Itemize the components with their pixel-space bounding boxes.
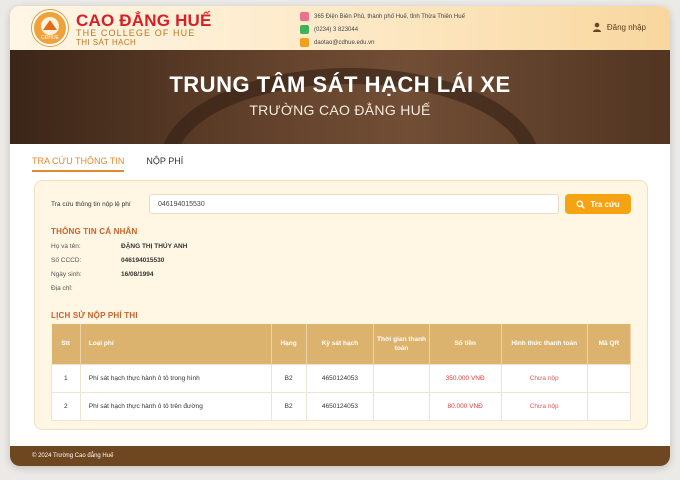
table-header-row: Stt Loại phí Hạng Kỳ sát hạch Thời gian … (51, 324, 632, 364)
brand-subtitle: THE COLLEGE OF HUE (76, 28, 196, 38)
payment-history-title: LỊCH SỬ NỘP PHÍ THI (51, 311, 138, 320)
col-header: Loại phí (80, 324, 272, 364)
location-pin-icon (300, 12, 309, 21)
cell-exam-period: 4650124053 (305, 391, 375, 421)
college-logo[interactable]: CĐHUE (32, 10, 68, 46)
info-value: 046194015530 (121, 257, 165, 264)
info-row-id: Số CCCD: 046194015530 (51, 257, 164, 264)
contact-info: 365 Điện Biên Phủ, thành phố Huế, tỉnh T… (300, 11, 465, 50)
search-label: Tra cứu thông tin nộp lệ phí (51, 201, 131, 208)
cell-exam-period: 4650124053 (305, 363, 375, 393)
info-value: ĐẶNG THỊ THÚY ANH (121, 243, 188, 250)
user-icon (592, 22, 601, 32)
table-row: 1 Phí sát hạch thực hành ô tô trong hình… (51, 363, 632, 393)
col-header: Stt (51, 324, 81, 364)
cell-payment-status: Chưa nộp (500, 391, 588, 421)
cell-qr (586, 391, 632, 421)
banner-title: TRUNG TÂM SÁT HẠCH LÁI XE (169, 72, 511, 97)
brand-tagline: THI SÁT HẠCH (76, 38, 137, 47)
cell-paid-time (373, 391, 430, 421)
col-header: Hạng (271, 324, 307, 364)
info-label: Địa chỉ: (51, 285, 73, 292)
info-label: Ngày sinh: (51, 271, 82, 278)
search-icon (576, 199, 586, 209)
col-header: Mã QR (587, 324, 632, 364)
search-button-label: Tra cứu (590, 199, 620, 209)
col-header: Thời gian thanh toán (373, 324, 430, 364)
cell-payment-status: Chưa nộp (500, 363, 588, 393)
info-value: 16/08/1994 (121, 271, 154, 278)
contact-phone: (0234) 3 823044 (300, 24, 465, 35)
cell-amount: 350.000 VNĐ (428, 363, 502, 393)
site-header: CĐHUE CAO ĐẲNG HUẾ THE COLLEGE OF HUE TH… (10, 6, 670, 50)
contact-email: daotao@cdhue.edu.vn (300, 37, 465, 48)
login-button[interactable]: Đăng nhập (592, 22, 646, 32)
cell-paid-time (373, 363, 430, 393)
login-label: Đăng nhập (606, 22, 646, 32)
cell-qr (586, 363, 632, 393)
cell-class: B2 (270, 363, 307, 393)
banner-subtitle: TRƯỜNG CAO ĐẲNG HUẾ (249, 102, 431, 118)
mail-icon (300, 38, 309, 47)
page-frame: CĐHUE CAO ĐẲNG HUẾ THE COLLEGE OF HUE TH… (10, 6, 670, 466)
cell-class: B2 (270, 391, 307, 421)
hero-banner: TRUNG TÂM SÁT HẠCH LÁI XE TRƯỜNG CAO ĐẲN… (10, 50, 670, 144)
footer-copyright: © 2024 Trường Cao đẳng Huế (32, 453, 114, 459)
logo-text: CĐHUE (41, 35, 59, 41)
email-text[interactable]: daotao@cdhue.edu.vn (314, 40, 374, 46)
cell-fee-type: Phí sát hạch thực hành ô tô trên đường (79, 391, 272, 421)
info-row-dob: Ngày sinh: 16/08/1994 (51, 271, 154, 278)
site-footer: © 2024 Trường Cao đẳng Huế (10, 446, 670, 466)
info-row-name: Họ và tên: ĐẶNG THỊ THÚY ANH (51, 243, 187, 250)
tab-bar: TRA CỨU THÔNG TIN NỘP PHÍ (32, 156, 205, 172)
phone-icon (300, 25, 309, 34)
info-row-address: Địa chỉ: (51, 285, 121, 292)
lookup-card: Tra cứu thông tin nộp lệ phí Tra cứu THÔ… (34, 180, 648, 430)
cell-index: 2 (51, 391, 81, 421)
phone-text[interactable]: (0234) 3 823044 (314, 27, 358, 33)
search-button[interactable]: Tra cứu (565, 194, 631, 214)
contact-address: 365 Điện Biên Phủ, thành phố Huế, tỉnh T… (300, 11, 465, 22)
tab-payment[interactable]: NỘP PHÍ (146, 156, 183, 172)
cell-fee-type: Phí sát hạch thực hành ô tô trong hình (79, 363, 272, 393)
info-label: Họ và tên: (51, 243, 81, 250)
address-text: 365 Điện Biên Phủ, thành phố Huế, tỉnh T… (314, 13, 465, 20)
tab-lookup[interactable]: TRA CỨU THÔNG TIN (32, 156, 125, 172)
cell-index: 1 (51, 363, 81, 393)
cell-amount: 80.000 VNĐ (428, 391, 502, 421)
col-header: Hình thức thanh toán (501, 324, 588, 364)
table-row: 2 Phí sát hạch thực hành ô tô trên đường… (51, 391, 632, 421)
personal-info-title: THÔNG TIN CÁ NHÂN (51, 227, 138, 236)
payment-history-table: Stt Loại phí Hạng Kỳ sát hạch Thời gian … (51, 324, 632, 421)
col-header: Số tiền (429, 324, 502, 364)
search-input[interactable] (149, 194, 559, 214)
info-label: Số CCCD: (51, 257, 82, 264)
col-header: Kỳ sát hạch (306, 324, 375, 364)
